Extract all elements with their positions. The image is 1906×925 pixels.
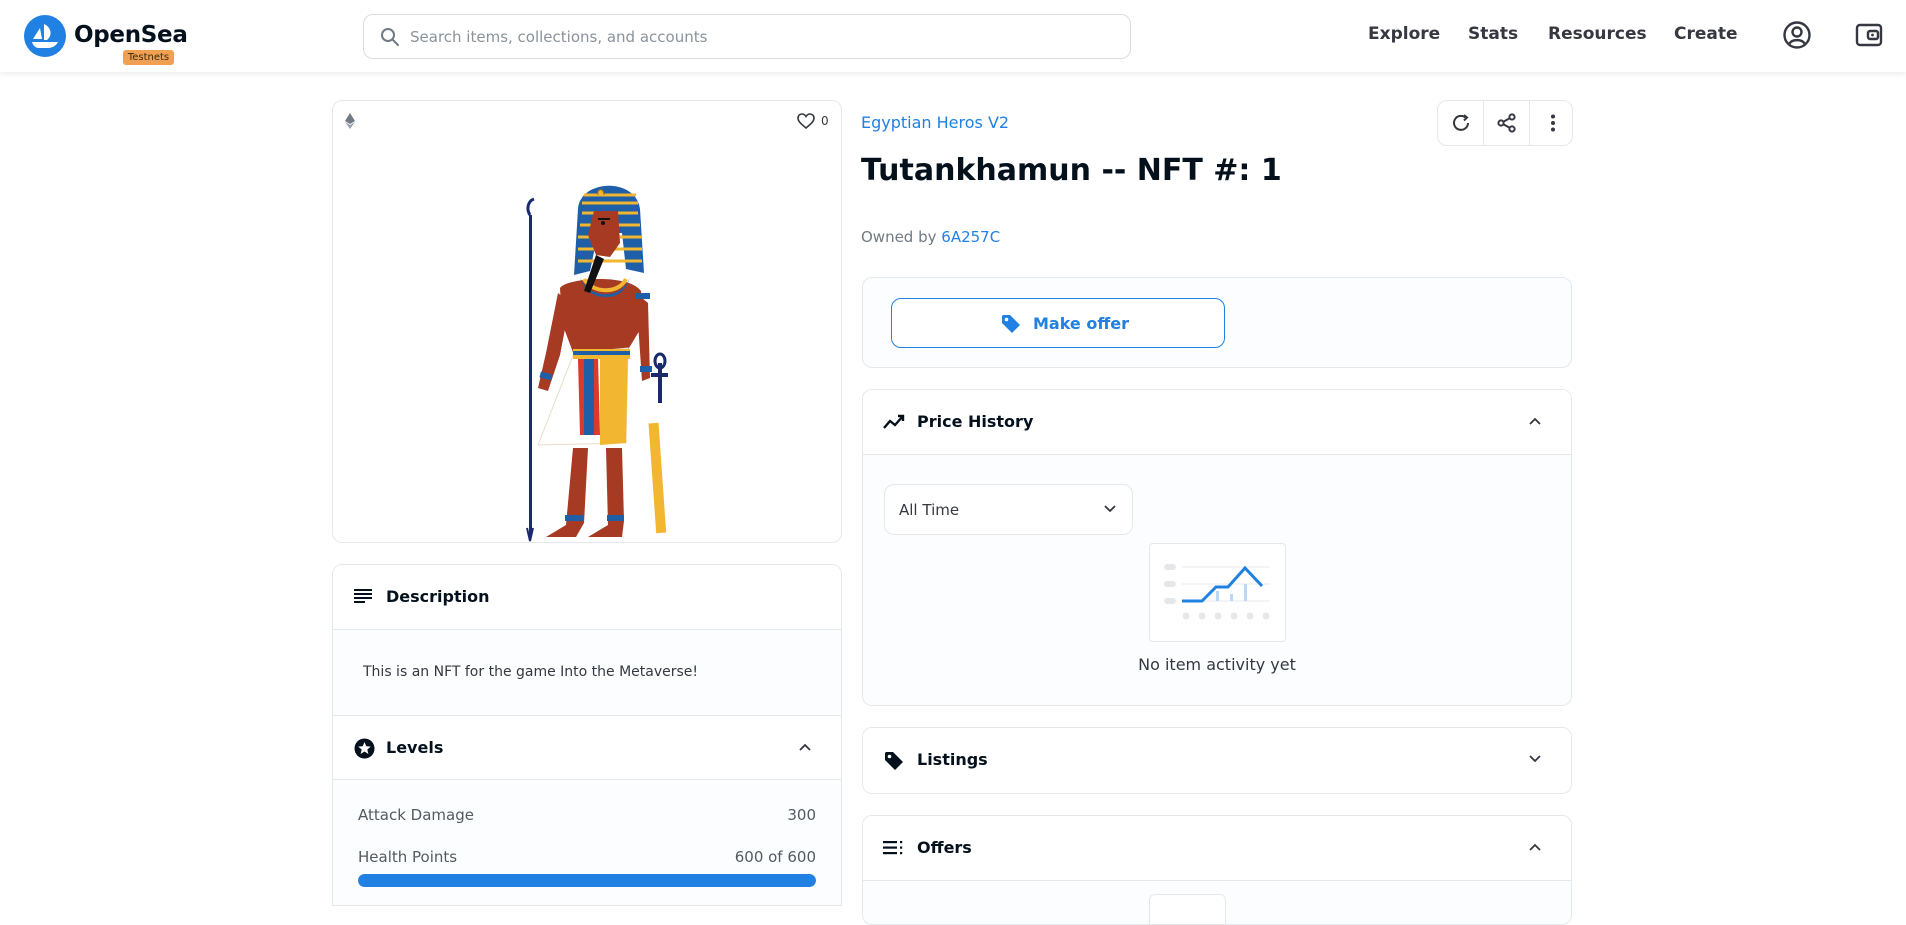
search-bar[interactable] [363, 14, 1131, 59]
owned-by-label: Owned by [861, 228, 937, 246]
levels-header[interactable]: Levels [333, 715, 841, 780]
description-panel: Description This is an NFT for the game … [332, 564, 842, 906]
listings-header[interactable]: Listings [863, 728, 1571, 793]
level-label: Attack Damage [358, 806, 474, 824]
more-vertical-icon [1551, 114, 1555, 132]
top-header: OpenSea Testnets Explore Stats Resources… [0, 0, 1906, 72]
nav-explore[interactable]: Explore [1368, 24, 1440, 44]
description-header[interactable]: Description [333, 565, 841, 630]
nav-create[interactable]: Create [1674, 24, 1738, 44]
listings-panel: Listings [862, 727, 1572, 794]
share-button[interactable] [1484, 101, 1529, 145]
nft-image[interactable] [518, 173, 668, 543]
owner-link[interactable]: 6A257C [941, 228, 1000, 246]
description-text: This is an NFT for the game Into the Met… [363, 664, 699, 680]
time-range-value: All Time [899, 501, 960, 519]
search-icon [381, 28, 399, 46]
price-history-title: Price History [917, 412, 1034, 431]
tag-icon [885, 752, 903, 770]
heart-icon[interactable] [797, 113, 815, 129]
trend-icon [883, 414, 905, 429]
levels-title: Levels [386, 738, 444, 757]
tag-icon [1002, 315, 1020, 333]
no-activity-text: No item activity yet [1138, 655, 1296, 674]
star-icon [354, 738, 375, 759]
chevron-up-icon[interactable] [1529, 843, 1541, 851]
make-offer-button[interactable]: Make offer [891, 298, 1225, 348]
description-title: Description [386, 587, 490, 606]
favorite-count: 0 [821, 114, 829, 128]
health-progress-bar [358, 874, 816, 887]
level-label: Health Points [358, 848, 458, 866]
wallet-icon[interactable] [1854, 20, 1884, 50]
testnets-badge: Testnets [123, 50, 174, 65]
chevron-up-icon[interactable] [1529, 417, 1541, 425]
share-icon [1497, 113, 1516, 133]
collection-link[interactable]: Egyptian Heros V2 [861, 113, 1009, 132]
offer-panel: Make offer [862, 277, 1572, 368]
nav-stats[interactable]: Stats [1468, 24, 1518, 44]
nft-title: Tutankhamun -- NFT #: 1 [861, 153, 1282, 188]
health-progress-fill [358, 874, 816, 887]
make-offer-label: Make offer [1033, 314, 1130, 333]
opensea-logo[interactable] [24, 15, 66, 57]
chevron-down-icon[interactable] [1529, 755, 1541, 763]
empty-chart-icon [1164, 564, 1270, 620]
brand-name[interactable]: OpenSea [74, 22, 188, 48]
refresh-icon [1453, 114, 1469, 131]
ethereum-icon [345, 113, 355, 129]
search-input[interactable] [410, 15, 1110, 58]
offers-empty-illustration [1149, 894, 1226, 924]
offers-title: Offers [917, 838, 972, 857]
nft-media-card: 0 [332, 100, 842, 543]
nav-resources[interactable]: Resources [1548, 24, 1647, 44]
owner-line: Owned by 6A257C [861, 228, 1000, 246]
more-options-button[interactable] [1530, 101, 1575, 145]
list-icon [883, 841, 903, 855]
listings-title: Listings [917, 750, 988, 769]
item-actions [1437, 100, 1573, 146]
level-value: 600 of 600 [734, 848, 816, 866]
chevron-up-icon[interactable] [799, 743, 811, 751]
price-history-panel: Price History All Time No item activity … [862, 389, 1572, 706]
chevron-down-icon [1104, 505, 1116, 513]
empty-chart-illustration [1149, 543, 1286, 642]
account-icon[interactable] [1782, 20, 1812, 50]
time-range-select[interactable]: All Time [884, 484, 1133, 535]
levels-body [333, 780, 841, 905]
level-value: 300 [787, 806, 816, 824]
offers-panel: Offers [862, 815, 1572, 925]
offers-header[interactable]: Offers [863, 816, 1571, 881]
price-history-header[interactable]: Price History [863, 390, 1571, 455]
description-icon [354, 589, 372, 603]
refresh-button[interactable] [1438, 101, 1483, 145]
